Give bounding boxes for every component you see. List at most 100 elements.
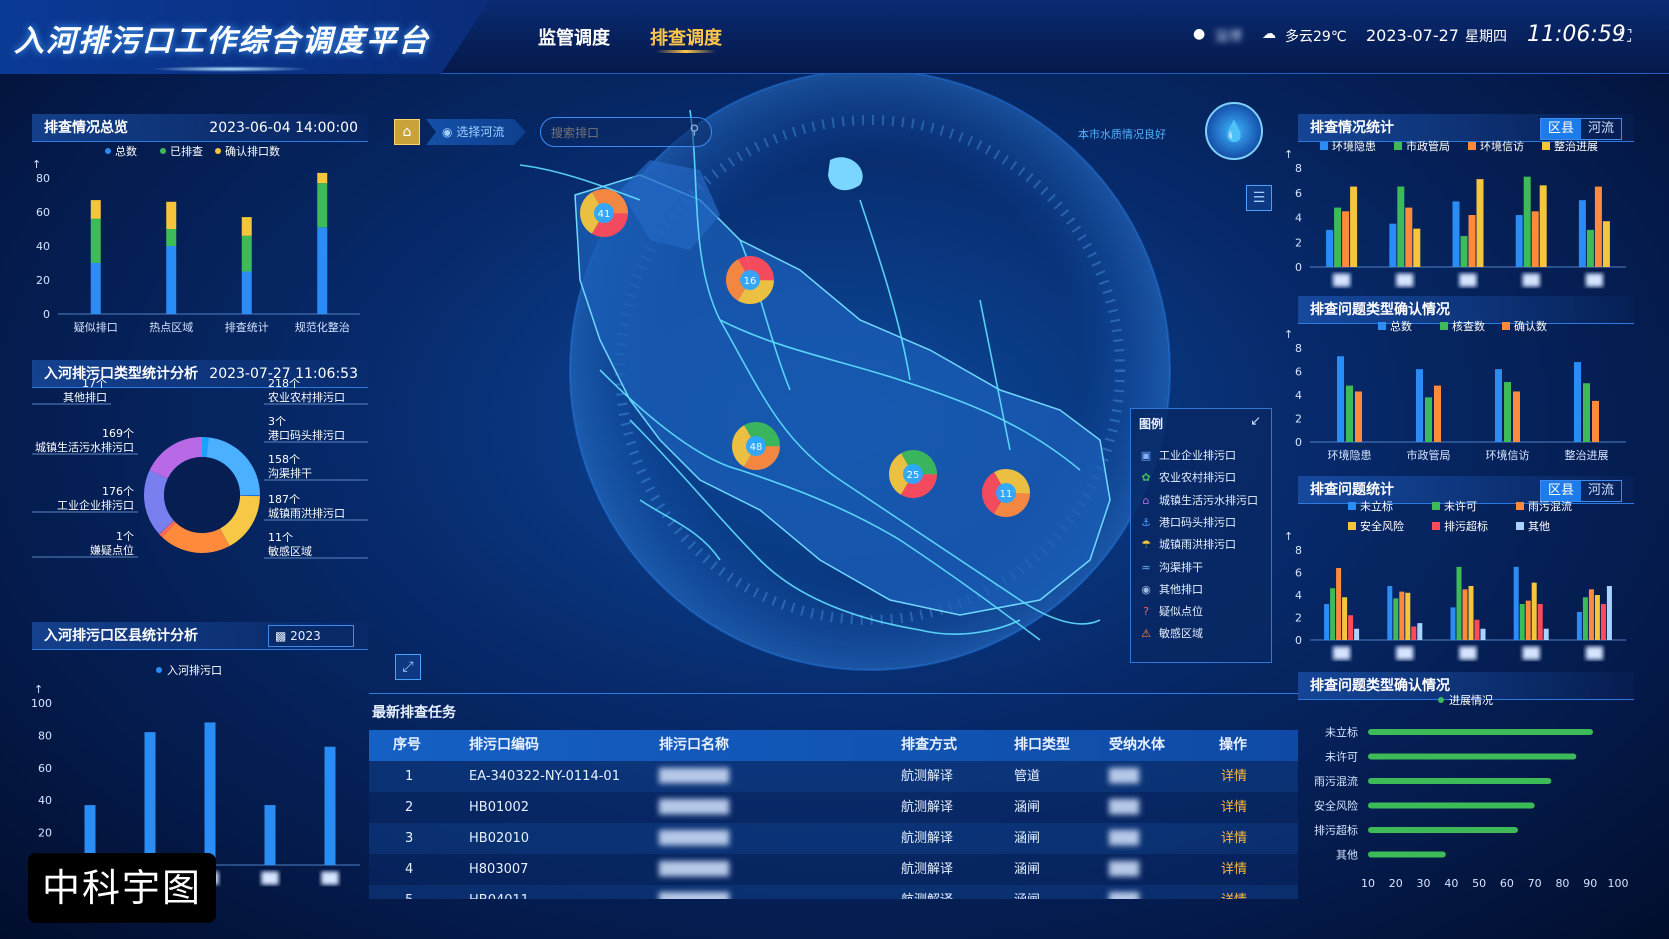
bar	[1594, 595, 1600, 640]
fullscreen-icon[interactable]: ⛶	[1620, 26, 1631, 46]
bar	[1413, 228, 1421, 267]
cell-op[interactable]: 详情	[1221, 823, 1247, 854]
y-tick-label: 40	[38, 794, 52, 807]
legend-item: ⚠ 敏感区域	[1139, 625, 1203, 641]
type-pie-chart: 17个其他排口218个农业农村排污口3个港口码头排污口158个沟渠排干187个城…	[32, 377, 368, 559]
stats-seg-river[interactable]: 河流	[1581, 119, 1621, 139]
y-tick-label: 4	[1295, 389, 1302, 402]
y-axis-arrow: ↑	[32, 158, 41, 171]
clock-text: 11:06:59	[1527, 22, 1626, 47]
table-row[interactable]: 5 HB04011 ███████ 航测解译 涵闸 ███ 详情	[369, 885, 1298, 899]
bar	[1574, 362, 1581, 442]
legend-item: ⚓ 港口码头排污口	[1139, 514, 1236, 530]
y-tick-label: 2	[1295, 612, 1302, 625]
cell-op[interactable]: 详情	[1221, 761, 1247, 792]
legend-swatch	[1440, 322, 1448, 330]
home-button[interactable]: ⌂	[394, 119, 420, 145]
bar	[1434, 385, 1441, 442]
x-tick-label: 100	[1608, 877, 1629, 890]
bar	[1539, 185, 1547, 267]
bar	[1425, 397, 1432, 442]
bar	[1468, 586, 1474, 640]
table-row[interactable]: 2 HB01002 ███████ 航测解译 涵闸 ███ 详情	[369, 792, 1298, 823]
legend-label: 雨污混流	[1528, 499, 1572, 513]
cell-op[interactable]: 详情	[1221, 792, 1247, 823]
bar	[166, 246, 177, 314]
y-tick-label: 安全风险	[1314, 799, 1358, 813]
table-row[interactable]: 4 H803007 ███████ 航测解译 涵闸 ███ 详情	[369, 854, 1298, 885]
x-tick-label: 热点区域	[149, 321, 193, 334]
overview-chart: 0 20 40 60 80↑ 疑似排口 热点区域 排查统计 规范化整治 总数 已排查 确认排口数	[32, 144, 360, 334]
y-tick-label: 未许可	[1325, 751, 1358, 764]
river-breadcrumb[interactable]: ◉ 选择河流	[426, 119, 526, 145]
x-tick-label: ██	[1585, 646, 1603, 660]
col-method: 排查方式	[901, 737, 957, 753]
tab-investigation-dispatch[interactable]: 排查调度	[650, 24, 722, 50]
y-tick-label: 0	[1295, 261, 1302, 274]
x-tick-label: ██	[1459, 646, 1477, 660]
table-row[interactable]: 1 EA-340322-NY-0114-01 ███████ 航测解译 管道 ███ 详情	[369, 761, 1298, 792]
cell-op[interactable]: 详情	[1221, 885, 1247, 899]
cell-water: ███	[1109, 792, 1139, 823]
task-divider	[369, 693, 1298, 694]
cell-method: 航测解译	[901, 800, 954, 815]
legend-item: ☂ 城镇雨洪排污口	[1139, 536, 1236, 552]
y-tick-label: 雨污混流	[1314, 774, 1358, 788]
y-axis-arrow: ↑	[34, 683, 43, 696]
pie-label: 城镇生活污水排污口	[35, 440, 134, 454]
bar	[1336, 568, 1342, 640]
collapse-legend-icon[interactable]: ↙	[1250, 414, 1261, 429]
bar	[1586, 229, 1594, 267]
legend-label: 核查数	[1452, 319, 1485, 333]
bar	[1417, 623, 1423, 640]
stats-chart: 环境隐患 市政管局 环境信访 整治进展 0 2 4 6 8↑ ██ ██ ██ ██ ██	[1284, 139, 1626, 287]
bar	[1337, 356, 1344, 442]
title-glow	[150, 66, 310, 72]
confirm-types-chart: 总数 核查数 确认数 0 2 4 6 8↑ 环境隐患 市政管局 环境信访 整治进展	[1284, 319, 1626, 462]
question-icon: ?	[1143, 605, 1149, 619]
bar	[1368, 753, 1577, 760]
expand-map-button[interactable]: ⤢	[395, 654, 421, 680]
problems-seg-river[interactable]: 河流	[1581, 481, 1621, 501]
bar	[1387, 586, 1393, 640]
layers-button[interactable]: ☰	[1246, 185, 1272, 211]
marker-count: 41	[598, 209, 611, 220]
table-row[interactable]: 3 HB02010 ███████ 航测解译 涵闸 ███ 详情	[369, 823, 1298, 854]
bar	[1476, 179, 1484, 267]
problems-seg-district[interactable]: 区县	[1541, 481, 1581, 501]
bar	[1513, 391, 1520, 442]
legend-label: 总数	[115, 144, 137, 158]
weather-text: 多云29℃	[1285, 29, 1347, 45]
x-tick-label: ██	[1459, 273, 1477, 287]
tab-supervision-dispatch[interactable]: 监管调度	[538, 24, 610, 50]
search-input[interactable]	[551, 123, 681, 143]
legend-item: ▣ 工业企业排污口	[1139, 447, 1236, 463]
legend-item-label: 敏感区域	[1159, 627, 1203, 641]
year-selector[interactable]: ▩ 2023	[268, 625, 354, 647]
anchor-icon: ⚓	[1141, 515, 1151, 529]
search-box[interactable]: ⚲	[540, 117, 712, 147]
y-tick-label: 6	[1295, 187, 1302, 200]
cell-name: ███████	[659, 792, 729, 823]
y-tick-label: 0	[43, 308, 50, 321]
y-tick-label: 80	[36, 172, 50, 185]
cell-code: HB01002	[469, 800, 530, 815]
bar	[1368, 778, 1552, 784]
stats-seg-district[interactable]: 区县	[1541, 119, 1581, 139]
x-tick-label: 疑似排口	[74, 320, 118, 334]
legend-dot	[215, 148, 221, 154]
search-icon[interactable]: ⚲	[689, 123, 699, 138]
user-pin-icon: ◉	[442, 125, 453, 139]
legend-label: 总数	[1390, 319, 1412, 333]
cell-op[interactable]: 详情	[1221, 854, 1247, 885]
legend-label: 环境信访	[1480, 139, 1524, 153]
bar	[241, 217, 252, 236]
factory-icon: ▣	[1140, 449, 1152, 462]
x-tick-label: 70	[1528, 877, 1542, 890]
legend-dot	[160, 148, 166, 154]
map-legend: 图例 ↙ ▣ 工业企业排污口 ✿ 农业农村排污口 ⌂ 城镇生活污水排污口 ⚓ 港口码头排污口 ☂…	[1130, 408, 1272, 663]
marker-count: 48	[750, 442, 763, 453]
water-drop-icon[interactable]: 💧	[1205, 102, 1263, 160]
x-tick-label: 整治进展	[1565, 448, 1609, 462]
x-tick-label: 40	[1444, 877, 1458, 890]
